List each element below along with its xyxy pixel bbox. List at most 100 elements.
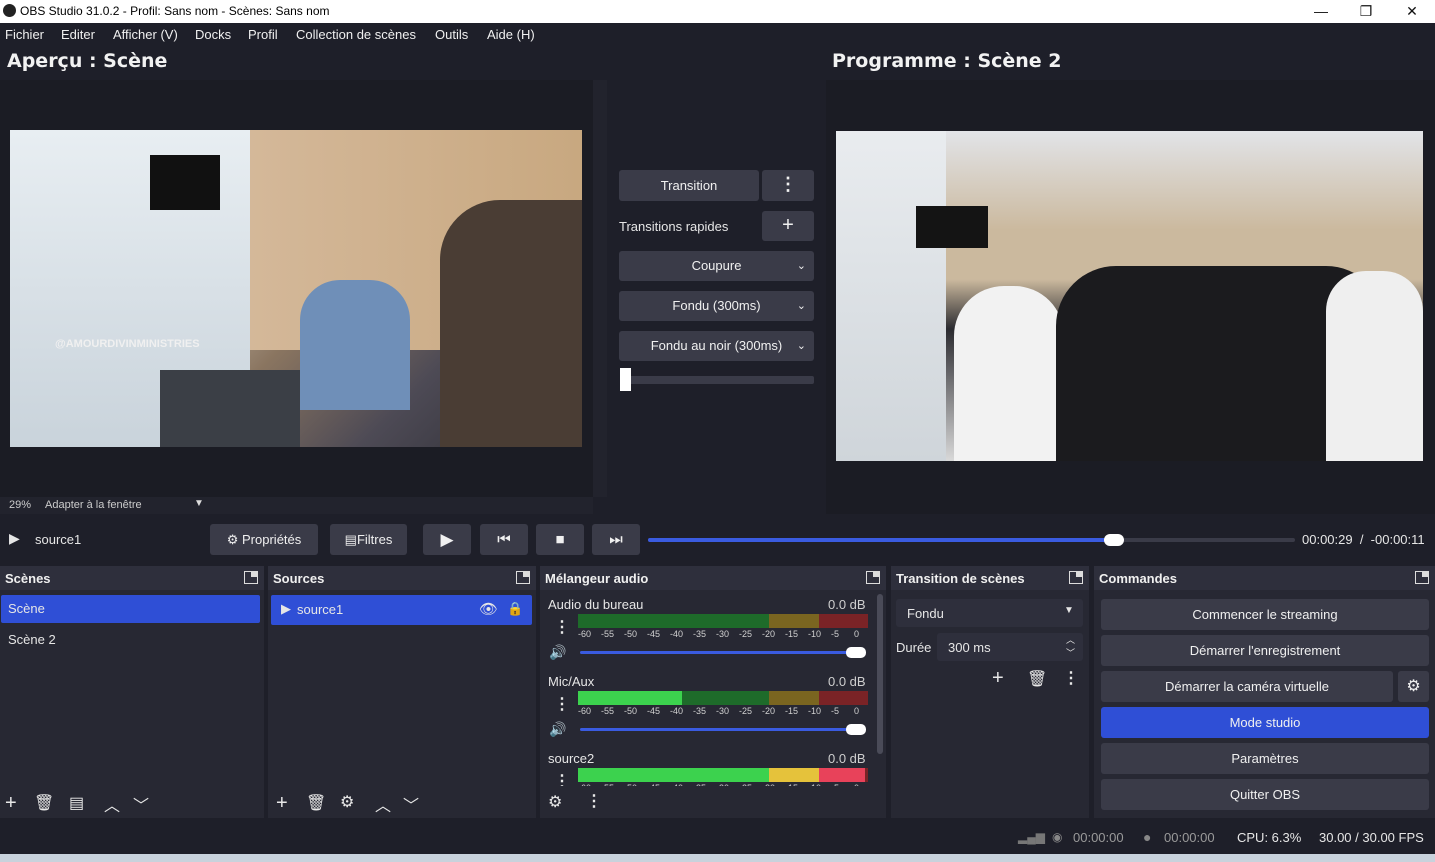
channel-name: source2 <box>548 751 595 766</box>
meter-tick-label: -30 <box>716 629 730 639</box>
meter-tick-label: -45 <box>647 783 660 786</box>
menu-aide[interactable]: Aide (H) <box>487 27 535 42</box>
menu-collection[interactable]: Collection de scènes <box>296 27 416 42</box>
eye-icon[interactable]: 👁 <box>479 600 498 618</box>
add-icon[interactable]: + <box>5 792 17 815</box>
previous-icon[interactable]: ⏮ <box>480 524 528 555</box>
meter-tick-label: -20 <box>762 706 776 716</box>
advanced-audio-gear-icon[interactable]: ⚙ <box>548 792 562 812</box>
media-time: 00:00:29 / -00:00:11 <box>1302 532 1425 547</box>
filter-icon[interactable]: ▤ <box>69 793 84 813</box>
virtual-camera-gear-icon[interactable]: ⚙ <box>1398 671 1429 702</box>
spin-down-icon[interactable]: ﹀ <box>1066 646 1075 659</box>
duration-label: Durée <box>896 640 932 655</box>
float-dock-icon[interactable] <box>1069 571 1083 584</box>
preview-video: @AMOURDIVINMINISTRIES <box>10 130 582 447</box>
fit-chevron-icon[interactable]: ▼ <box>194 498 204 509</box>
meter-tick-label: -50 <box>624 783 637 786</box>
volume-slider[interactable] <box>580 728 850 731</box>
gear-icon[interactable]: ⚙ <box>340 792 354 812</box>
more-icon[interactable]: ⋮ <box>1063 668 1079 688</box>
lock-icon[interactable]: 🔒 <box>507 601 523 617</box>
quick-transition-coupure[interactable]: Coupure ⌄ <box>619 251 814 281</box>
spin-up-icon[interactable]: ︿ <box>1066 633 1075 646</box>
channel-more-icon[interactable]: ⋮ <box>554 771 570 786</box>
scenes-toolbar: + 🗑 ▤ ︿ ﹀ <box>0 788 264 816</box>
stop-icon[interactable]: ■ <box>536 524 584 555</box>
settings-button[interactable]: Paramètres <box>1101 743 1429 774</box>
quick-transition-fondu[interactable]: Fondu (300ms) ⌄ <box>619 291 814 321</box>
source-item[interactable]: ▶ source1 👁 🔒 <box>271 595 532 625</box>
transition-type-value: Fondu <box>907 606 944 621</box>
trash-icon[interactable]: 🗑 <box>34 793 54 813</box>
menu-docks[interactable]: Docks <box>195 27 231 42</box>
scene-item-selected[interactable]: Scène <box>1 595 260 623</box>
preview-canvas[interactable]: @AMOURDIVINMINISTRIES <box>0 80 607 497</box>
transition-type-select[interactable]: Fondu ▼ <box>896 599 1083 627</box>
float-dock-icon[interactable] <box>1415 571 1429 584</box>
channel-more-icon[interactable]: ⋮ <box>554 694 570 714</box>
filters-button[interactable]: ▤Filtres <box>330 524 407 555</box>
arrow-down-icon[interactable]: ﹀ <box>133 792 149 816</box>
float-dock-icon[interactable] <box>866 571 880 584</box>
float-dock-icon[interactable] <box>244 571 258 584</box>
arrow-up-icon[interactable]: ︿ <box>375 792 391 816</box>
sources-title: Sources <box>273 571 325 586</box>
trash-icon[interactable]: 🗑 <box>306 793 326 813</box>
scene-label: Scène 2 <box>8 632 56 647</box>
speaker-icon[interactable]: 🔊 <box>549 721 566 738</box>
add-icon[interactable]: + <box>276 792 288 815</box>
media-seek-knob[interactable] <box>1103 534 1124 546</box>
mixer-scrollbar[interactable] <box>877 594 883 754</box>
transition-button[interactable]: Transition <box>619 170 759 201</box>
add-quick-transition-icon[interactable]: + <box>762 211 814 241</box>
properties-button[interactable]: ⚙ Propriétés <box>210 524 318 555</box>
start-streaming-button[interactable]: Commencer le streaming <box>1101 599 1429 630</box>
scene-item[interactable]: Scène 2 <box>1 626 260 654</box>
menu-fichier[interactable]: Fichier <box>5 27 44 42</box>
trash-icon[interactable]: 🗑 <box>1027 669 1047 689</box>
menu-profil[interactable]: Profil <box>248 27 278 42</box>
transition-more-icon[interactable]: ⋮ <box>762 170 814 201</box>
meter-scale: -60-55-50-45-40-35-30-25-20-15-10-50 <box>578 629 870 641</box>
arrow-up-icon[interactable]: ︿ <box>104 792 120 816</box>
speaker-icon[interactable]: 🔊 <box>549 644 566 661</box>
menu-afficher[interactable]: Afficher (V) <box>113 27 178 42</box>
media-source-icon: ▶ <box>281 601 291 616</box>
exit-button[interactable]: Quitter OBS <box>1101 779 1429 810</box>
volume-knob[interactable] <box>846 724 866 735</box>
volume-knob[interactable] <box>846 647 866 658</box>
stream-status-icon: ◉ <box>1052 830 1063 844</box>
quick-transition-fondu-noir[interactable]: Fondu au noir (300ms) ⌄ <box>619 331 814 361</box>
duration-input[interactable]: 300 ms ︿ ﹀ <box>937 633 1083 661</box>
scene-transition-dock: Transition de scènes Fondu ▼ Durée 300 m… <box>891 566 1089 818</box>
start-virtual-camera-button[interactable]: Démarrer la caméra virtuelle <box>1101 671 1393 702</box>
meter-tick-label: -40 <box>670 706 684 716</box>
volume-slider[interactable] <box>580 651 850 654</box>
scenes-dock: Scènes Scène Scène 2 + 🗑 ▤ ︿ ﹀ <box>0 566 264 818</box>
float-dock-icon[interactable] <box>516 571 530 584</box>
quick-transitions-label: Transitions rapides <box>619 219 729 234</box>
minimize-button[interactable]: — <box>1299 0 1343 23</box>
next-icon[interactable]: ⏭ <box>592 524 640 555</box>
menu-outils[interactable]: Outils <box>435 27 468 42</box>
arrow-down-icon[interactable]: ﹀ <box>403 792 419 816</box>
tbar-slider[interactable] <box>620 376 814 384</box>
close-button[interactable]: ✕ <box>1390 0 1434 23</box>
preview-scrollbar[interactable] <box>593 80 607 497</box>
start-recording-button[interactable]: Démarrer l'enregistrement <box>1101 635 1429 666</box>
studio-mode-button[interactable]: Mode studio <box>1101 707 1429 738</box>
menu-editer[interactable]: Editer <box>61 27 95 42</box>
tbar-handle[interactable] <box>620 368 631 391</box>
channel-more-icon[interactable]: ⋮ <box>554 617 570 637</box>
more-icon[interactable]: ⋮ <box>586 791 602 811</box>
volume-meter <box>578 614 868 628</box>
add-icon[interactable]: + <box>992 667 1004 690</box>
fit-select[interactable]: Adapter à la fenêtre <box>45 499 142 511</box>
mixer-channels: Audio du bureau 0.0 dB ⋮ -60 -55 -50 -45 -40… <box>540 590 876 786</box>
play-small-icon: ▶ <box>9 530 20 546</box>
play-icon[interactable]: ▶ <box>423 524 471 555</box>
properties-label: Propriétés <box>242 532 302 547</box>
maximize-button[interactable]: ❐ <box>1344 0 1388 23</box>
controls-dock: Commandes Commencer le streaming Démarre… <box>1094 566 1435 818</box>
